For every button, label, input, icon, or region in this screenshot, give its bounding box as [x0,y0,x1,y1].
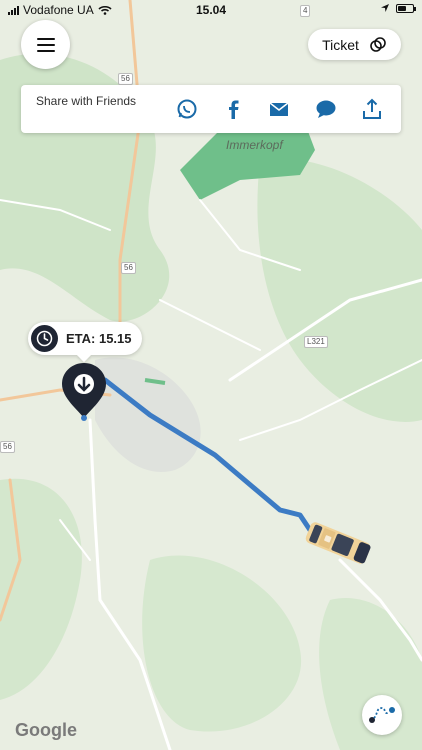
menu-icon [36,37,55,52]
road-number: 56 [118,73,133,85]
route-button[interactable] [362,695,402,735]
status-time: 15.04 [195,3,227,17]
share-icon[interactable] [360,97,384,121]
ticket-label: Ticket [322,36,359,53]
mail-icon[interactable] [267,97,291,121]
eta-text: ETA: 15.15 [66,331,132,346]
google-logo: Google [15,720,77,740]
route-icon [369,707,395,723]
facebook-icon[interactable] [221,97,245,121]
status-right [380,3,416,13]
location-arrow-icon [381,4,389,12]
battery-fill [398,5,407,11]
share-panel: Share with Friends [21,85,401,133]
ticket-button[interactable]: Ticket [308,29,401,60]
clock-icon [31,325,58,352]
road-number: L321 [304,336,328,348]
menu-button[interactable] [21,20,70,69]
ticket-icon [370,36,386,52]
share-title: Share with Friends [36,94,137,108]
road-number: 56 [121,262,136,274]
whatsapp-icon[interactable] [175,97,199,121]
road-number: 56 [0,441,15,453]
eta-bubble: ETA: 15.15 [28,322,142,355]
message-icon[interactable] [314,97,338,121]
place-label: Immerkopf [226,138,283,152]
battery-icon [396,3,416,13]
status-bar: Vodafone UA 15.04 [0,0,422,20]
